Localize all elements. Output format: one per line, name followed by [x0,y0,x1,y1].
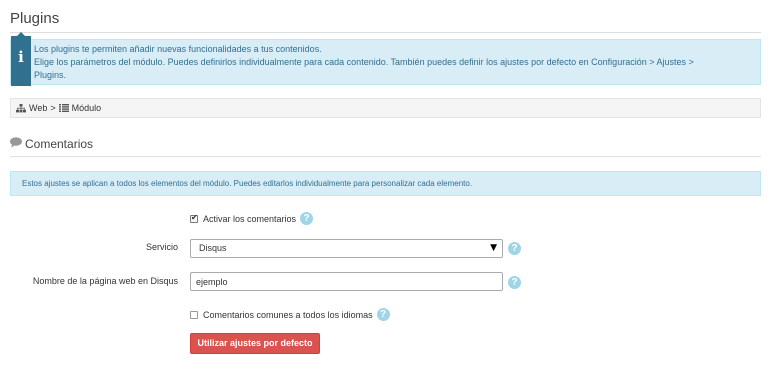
breadcrumb: Web > Módulo [10,98,761,118]
info-icon: i [18,48,24,66]
enable-comments-row: Activar los comentarios ? [190,212,314,225]
shared-comments-row: Comentarios comunes a todos los idiomas … [190,308,390,321]
section-header: Comentarios [10,137,93,151]
info-badge: i [11,32,31,86]
breadcrumb-separator: > [50,103,56,113]
section-title: Comentarios [25,137,94,151]
chevron-down-icon: ▼ [490,243,497,253]
help-icon[interactable]: ? [300,212,314,225]
page-title: Plugins [10,10,60,27]
plugin-info-box: i Los plugins te permiten añadir nuevas … [10,32,761,86]
service-value: Disqus [199,243,227,253]
shared-comments-checkbox[interactable] [190,310,198,319]
help-icon[interactable]: ? [508,276,521,289]
site-name-label: Nombre de la página web en Disqus [32,276,178,286]
help-icon[interactable]: ? [376,308,390,321]
service-select[interactable]: Disqus ▼ [190,239,503,258]
info-line: Plugins. [34,70,67,80]
info-line: Elige los parámetros del módulo. Puedes … [34,57,694,67]
breadcrumb-item-web[interactable]: Web [29,103,47,113]
enable-comments-checkbox[interactable] [190,213,198,223]
help-icon[interactable]: ? [508,242,521,255]
enable-comments-label: Activar los comentarios [203,213,297,224]
breadcrumb-item-modulo[interactable]: Módulo [72,103,102,113]
title-divider [10,32,761,33]
info-line: Los plugins te permiten añadir nuevas fu… [34,44,322,54]
plugin-info-text: Los plugins te permiten añadir nuevas fu… [34,43,754,82]
shared-comments-label: Comentarios comunes a todos los idiomas [203,309,373,320]
list-icon [58,104,69,112]
service-label: Servicio [145,242,178,252]
comment-icon [10,137,25,151]
section-divider [10,156,761,157]
site-name-input[interactable] [190,272,503,291]
scope-note: Estos ajustes se aplican a todos los ele… [10,171,761,196]
sitemap-icon [16,103,26,113]
use-defaults-button[interactable]: Utilizar ajustes por defecto [190,333,320,354]
